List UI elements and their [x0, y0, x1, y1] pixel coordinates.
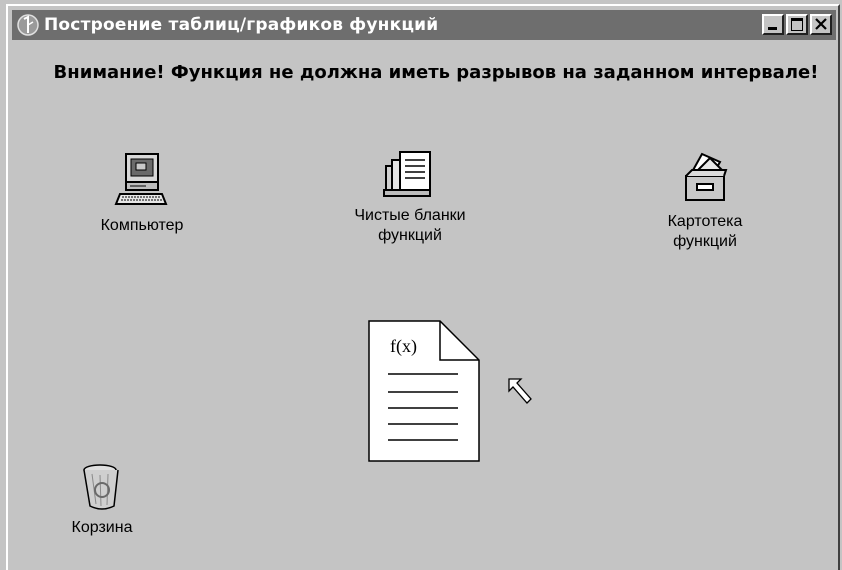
- recycle-bin-label: Корзина: [71, 519, 133, 536]
- function-document-icon[interactable]: f(x): [368, 320, 480, 462]
- blank-forms-icon: [383, 151, 431, 197]
- close-icon[interactable]: [810, 14, 832, 35]
- window-controls: [760, 14, 832, 35]
- card-index-label: Картотека функций: [640, 212, 770, 252]
- window-title: Построение таблиц/графиков функций: [44, 15, 439, 35]
- blank-forms-label-line1: Чистые бланки: [354, 207, 466, 224]
- function-document-label: f(x): [390, 336, 417, 356]
- recycle-bin-icon: [83, 464, 119, 510]
- computer-icon: [114, 153, 168, 205]
- maximize-icon[interactable]: [786, 14, 808, 35]
- desktop-icon-computer[interactable]: Компьютер: [82, 150, 202, 236]
- app-icon: [17, 14, 39, 36]
- blank-forms-label: Чистые бланки функций: [330, 206, 490, 246]
- card-index-label-line1: Картотека: [667, 213, 743, 230]
- blank-forms-label-line2: функций: [378, 227, 442, 244]
- title-bar[interactable]: Построение таблиц/графиков функций: [12, 10, 836, 40]
- computer-label: Компьютер: [100, 217, 184, 234]
- card-index-icon: [685, 152, 728, 201]
- card-index-label-line2: функций: [673, 233, 737, 250]
- desktop-icon-recycle-bin[interactable]: Корзина: [52, 462, 152, 538]
- mouse-cursor-icon: [508, 378, 532, 404]
- desktop-icon-card-index[interactable]: Картотека функций: [640, 150, 770, 252]
- desktop-icon-blank-forms[interactable]: Чистые бланки функций: [330, 150, 490, 246]
- minimize-icon[interactable]: [762, 14, 784, 35]
- document-shape: [368, 320, 480, 462]
- warning-message: Внимание! Функция не должна иметь разрыв…: [53, 62, 819, 83]
